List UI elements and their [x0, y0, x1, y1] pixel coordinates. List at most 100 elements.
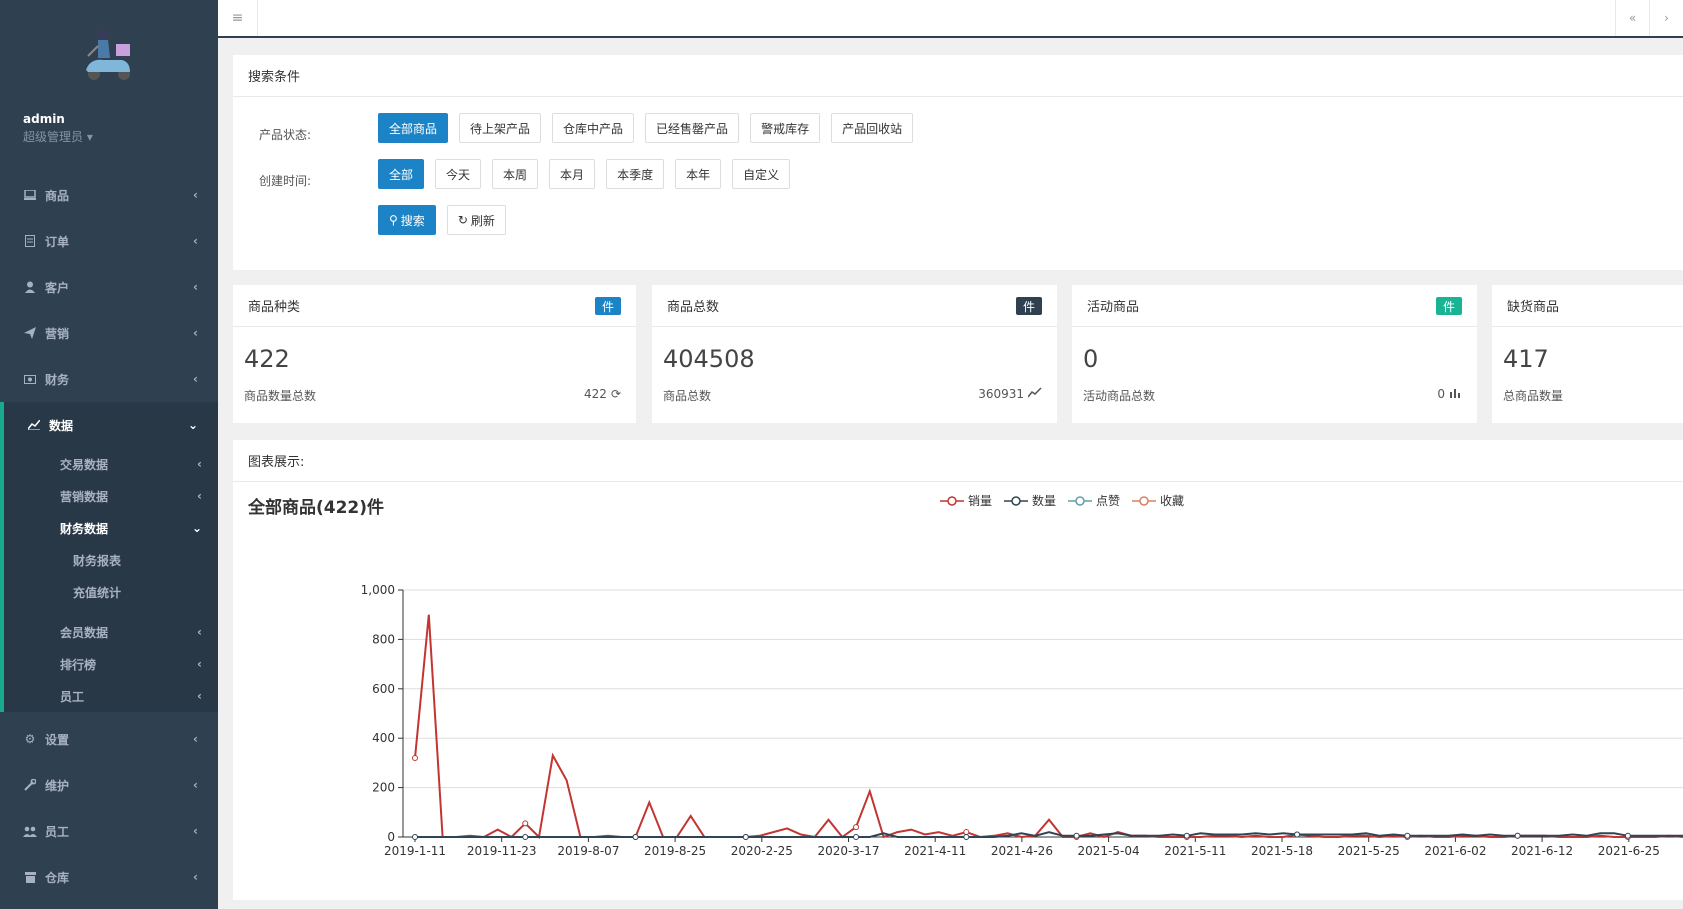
- stat-right: 0: [1437, 387, 1462, 401]
- nav-data[interactable]: 数据 ⌄: [4, 402, 218, 448]
- stat-value: 422: [244, 345, 290, 373]
- y-tick-label: 800: [372, 632, 395, 646]
- sub-trade-data[interactable]: 交易数据 ‹: [4, 448, 218, 480]
- line-chart-icon: [1027, 387, 1042, 401]
- laptop-icon: [23, 188, 37, 202]
- chevron-left-icon: ‹: [193, 188, 198, 202]
- scroll-left-icon[interactable]: «: [1615, 0, 1649, 36]
- time-quarter-button[interactable]: 本季度: [606, 159, 665, 189]
- y-tick-label: 600: [372, 682, 395, 696]
- x-tick-label: 2021-4-26: [991, 844, 1053, 858]
- data-point: [522, 834, 529, 840]
- sub-label: 排行榜: [60, 657, 97, 672]
- stat-card-active: 活动商品 件 0 活动商品总数 0: [1072, 285, 1477, 423]
- archive-icon: [23, 870, 37, 884]
- sub-member-data[interactable]: 会员数据 ‹: [4, 616, 218, 648]
- chevron-left-icon: ‹: [193, 280, 198, 294]
- data-point: [412, 754, 418, 761]
- nav-maintenance[interactable]: 维护 ‹: [0, 762, 218, 808]
- stat-title: 缺货商品: [1492, 285, 1683, 327]
- line-chart: 0 200 400 600 800 1,000 2019-1-11 2019-11-23 201…: [361, 583, 1683, 858]
- scooter-logo-icon: [86, 29, 130, 80]
- nav-finance[interactable]: 财务 ‹: [0, 356, 218, 402]
- chevron-down-icon: ⌄: [187, 418, 198, 432]
- status-pending-button[interactable]: 待上架产品: [459, 113, 542, 143]
- y-tick-label: 200: [372, 781, 395, 795]
- time-all-button[interactable]: 全部: [378, 159, 425, 189]
- time-custom-button[interactable]: 自定义: [732, 159, 791, 189]
- stat-right-value: 422: [584, 387, 607, 401]
- chevron-left-icon: ‹: [193, 824, 198, 838]
- sub-label: 交易数据: [60, 457, 109, 472]
- nav-marketing[interactable]: 营销 ‹: [0, 310, 218, 356]
- stat-subtitle: 商品总数: [663, 389, 712, 403]
- nav-warehouse[interactable]: 仓库 ‹: [0, 854, 218, 900]
- sub-recharge-stats[interactable]: 充值统计: [4, 576, 218, 608]
- nav-settings[interactable]: ⚙ 设置 ‹: [0, 716, 218, 762]
- chevron-left-icon: ‹: [193, 372, 198, 386]
- series-line-0: [414, 614, 1683, 840]
- nav-orders[interactable]: 订单 ‹: [0, 218, 218, 264]
- user-profile[interactable]: admin 超级管理员 ▾: [0, 100, 218, 172]
- search-icon: ⚲: [389, 213, 398, 227]
- user-icon: [23, 280, 37, 294]
- nav-label: 财务: [45, 372, 70, 387]
- stat-right: 360931: [978, 387, 1042, 401]
- user-role[interactable]: 超级管理员 ▾: [23, 128, 218, 145]
- role-label: 超级管理员: [23, 130, 84, 144]
- data-point: [963, 829, 970, 836]
- stat-title: 商品种类: [233, 285, 636, 327]
- x-tick-label: 2020-2-25: [731, 844, 793, 858]
- sub-ranking[interactable]: 排行榜 ‹: [4, 648, 218, 680]
- sub-label: 员工: [60, 689, 85, 704]
- nav-label: 员工: [45, 824, 70, 839]
- chevron-left-icon: ‹: [193, 870, 198, 884]
- sub-finance-data[interactable]: 财务数据 ⌄: [4, 512, 218, 544]
- search-button[interactable]: ⚲ 搜索: [378, 205, 436, 235]
- refresh-icon: ⟳: [610, 387, 621, 401]
- username: admin: [23, 112, 65, 126]
- x-tick-label: 2021-5-25: [1338, 844, 1400, 858]
- time-year-button[interactable]: 本年: [675, 159, 722, 189]
- nav-label: 设置: [45, 732, 70, 747]
- nav-goods[interactable]: 商品 ‹: [0, 172, 218, 218]
- scroll-right-icon[interactable]: ›: [1649, 0, 1683, 36]
- x-tick-label: 2019-8-07: [557, 844, 619, 858]
- nav-label: 客户: [45, 280, 70, 295]
- status-soldout-button[interactable]: 已经售罄产品: [645, 113, 740, 143]
- action-buttons: ⚲ 搜索 ↻ 刷新: [378, 205, 517, 235]
- data-point: [1514, 832, 1521, 839]
- nav-customers[interactable]: 客户 ‹: [0, 264, 218, 310]
- search-panel: 搜索条件 产品状态: 全部商品 待上架产品 仓库中产品 已经售罄产品 警戒库存 …: [233, 55, 1683, 270]
- data-point: [412, 834, 418, 840]
- time-week-button[interactable]: 本周: [492, 159, 539, 189]
- time-label: 创建时间:: [259, 174, 312, 188]
- sub-label: 财务数据: [60, 521, 109, 536]
- chart-panel-title: 图表展示:: [233, 440, 1683, 482]
- status-alert-stock-button[interactable]: 警戒库存: [750, 113, 821, 143]
- sub-finance-report[interactable]: 财务报表: [4, 544, 218, 576]
- logo: [0, 0, 218, 100]
- stat-right: 422 ⟳: [584, 387, 621, 401]
- x-tick-label: 2019-11-23: [467, 844, 537, 858]
- data-point: [632, 834, 639, 840]
- sub-marketing-data[interactable]: 营销数据 ‹: [4, 480, 218, 512]
- status-all-button[interactable]: 全部商品: [378, 113, 449, 143]
- status-warehouse-button[interactable]: 仓库中产品: [552, 113, 635, 143]
- refresh-button-label: 刷新: [470, 213, 495, 228]
- status-recycle-button[interactable]: 产品回收站: [831, 113, 914, 143]
- status-buttons: 全部商品 待上架产品 仓库中产品 已经售罄产品 警戒库存 产品回收站: [378, 113, 924, 143]
- refresh-button[interactable]: ↻ 刷新: [446, 205, 506, 235]
- paper-plane-icon: [23, 326, 37, 340]
- nav-staff[interactable]: 员工 ‹: [0, 808, 218, 854]
- chevron-left-icon: ‹: [197, 489, 202, 503]
- stat-card-total: 商品总数 件 404508 商品总数 360931: [652, 285, 1057, 423]
- stat-subtitle: 总商品数量: [1503, 389, 1564, 403]
- nav-label: 营销: [45, 326, 70, 341]
- sub-staff[interactable]: 员工 ‹: [4, 680, 218, 712]
- menu-toggle-icon[interactable]: ≡: [218, 0, 258, 36]
- stat-right-value: 360931: [978, 387, 1024, 401]
- time-today-button[interactable]: 今天: [435, 159, 482, 189]
- time-month-button[interactable]: 本月: [549, 159, 596, 189]
- bar-chart-icon: [1449, 387, 1462, 401]
